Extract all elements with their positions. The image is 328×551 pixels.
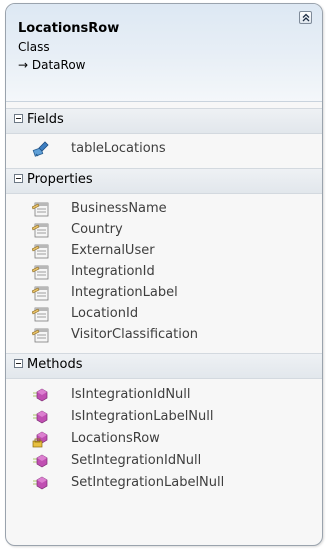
- member-label: Country: [71, 222, 123, 237]
- member-field[interactable]: tableLocations: [32, 139, 312, 159]
- property-icon: [32, 328, 49, 343]
- property-icon: [32, 265, 49, 280]
- member-property[interactable]: BusinessName: [32, 199, 312, 219]
- property-icon: [32, 202, 49, 217]
- member-label: tableLocations: [71, 141, 166, 156]
- collapse-toggle-icon[interactable]: [14, 174, 23, 183]
- class-shape[interactable]: LocationsRow Class → DataRow Fields tabl…: [5, 3, 323, 546]
- property-icon: [32, 307, 49, 322]
- section-label: Fields: [27, 112, 64, 127]
- constructor-icon: [32, 431, 48, 448]
- member-property[interactable]: IntegrationLabel: [32, 283, 312, 303]
- collapse-button[interactable]: [299, 11, 312, 24]
- member-label: SetIntegrationIdNull: [71, 453, 202, 468]
- property-icon: [32, 223, 49, 238]
- class-name[interactable]: LocationsRow: [18, 21, 119, 36]
- member-constructor[interactable]: LocationsRow: [32, 429, 312, 449]
- chevron-up-double-icon: [302, 13, 310, 22]
- member-label: ExternalUser: [71, 243, 155, 258]
- member-method[interactable]: SetIntegrationIdNull: [32, 451, 312, 471]
- member-label: IsIntegrationIdNull: [71, 387, 191, 402]
- section-label: Methods: [27, 357, 83, 372]
- field-icon: [32, 141, 49, 157]
- collapse-toggle-icon[interactable]: [14, 114, 23, 123]
- member-label: IntegrationLabel: [71, 285, 178, 300]
- member-label: LocationId: [71, 306, 139, 321]
- member-property[interactable]: LocationId: [32, 304, 312, 324]
- method-icon: [33, 410, 48, 424]
- section-header-fields[interactable]: Fields: [6, 108, 322, 134]
- member-label: BusinessName: [71, 201, 167, 216]
- method-icon: [33, 388, 48, 402]
- class-header: LocationsRow Class → DataRow: [6, 4, 322, 102]
- class-base-type: → DataRow: [18, 58, 86, 72]
- member-property[interactable]: Country: [32, 220, 312, 240]
- member-method[interactable]: SetIntegrationLabelNull: [32, 473, 312, 493]
- member-method[interactable]: IsIntegrationIdNull: [32, 385, 312, 405]
- member-property[interactable]: IntegrationId: [32, 262, 312, 282]
- member-method[interactable]: IsIntegrationLabelNull: [32, 407, 312, 427]
- member-label: IsIntegrationLabelNull: [71, 409, 214, 424]
- member-label: VisitorClassification: [71, 327, 199, 342]
- member-property[interactable]: ExternalUser: [32, 241, 312, 261]
- member-label: LocationsRow: [71, 431, 160, 446]
- section-label: Properties: [27, 172, 93, 187]
- member-property[interactable]: VisitorClassification: [32, 325, 312, 345]
- method-icon: [33, 476, 48, 490]
- section-header-methods[interactable]: Methods: [6, 353, 322, 379]
- section-header-properties[interactable]: Properties: [6, 168, 322, 194]
- method-icon: [33, 454, 48, 468]
- member-label: IntegrationId: [71, 264, 155, 279]
- property-icon: [32, 286, 49, 301]
- property-icon: [32, 244, 49, 259]
- member-label: SetIntegrationLabelNull: [71, 475, 225, 490]
- class-kind: Class: [18, 40, 50, 54]
- collapse-toggle-icon[interactable]: [14, 359, 23, 368]
